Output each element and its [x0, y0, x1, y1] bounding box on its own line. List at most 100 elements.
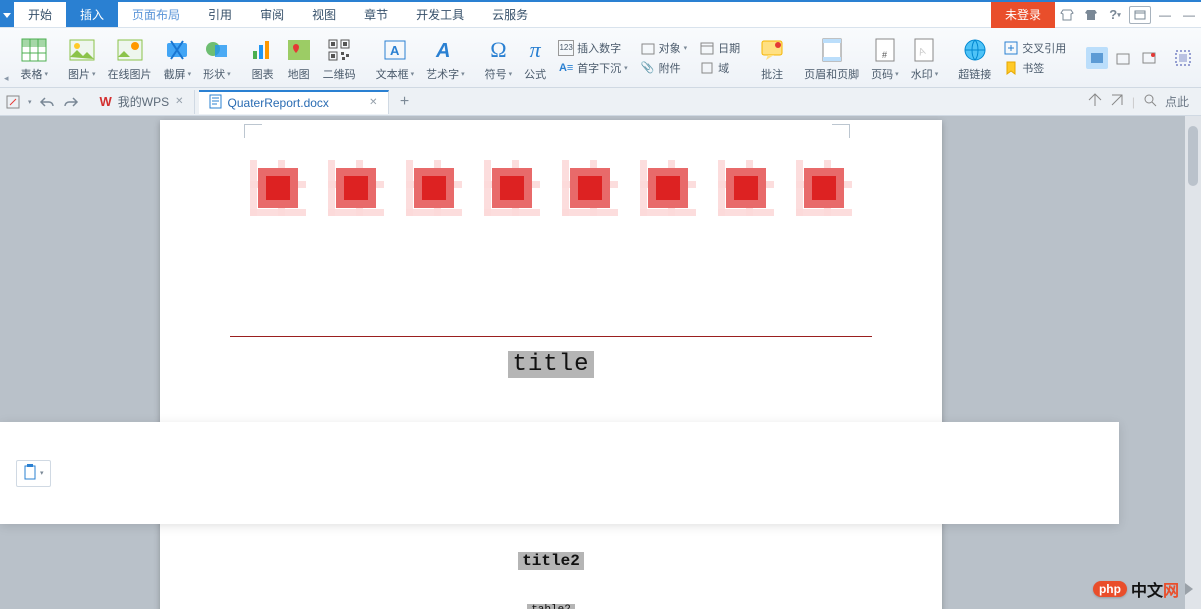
equation-label: 公式: [524, 66, 546, 82]
qrcode-button[interactable]: 二维码: [317, 30, 362, 86]
document-tab-label: QuaterReport.docx: [228, 96, 329, 110]
map-label: 地图: [288, 66, 310, 82]
pi-icon: π: [530, 34, 541, 66]
vertical-scrollbar[interactable]: [1185, 116, 1201, 609]
ribbon: ◂ 表格▾ 图片▾ 在线图片 截屏▾ 形状▾ 图表 地图 二维码 A 文本框▾ …: [0, 28, 1201, 88]
textbox-label: 文本框: [376, 66, 409, 82]
new-tab-button[interactable]: +: [393, 90, 417, 114]
header-footer-icon: [821, 34, 843, 66]
document-page-1[interactable]: title: [160, 120, 942, 430]
tab-view[interactable]: 视图: [298, 2, 350, 27]
redo-icon[interactable]: [62, 93, 80, 111]
online-picture-button[interactable]: 在线图片: [102, 30, 158, 86]
wordart-label: 艺术字: [426, 66, 459, 82]
tab-insert[interactable]: 插入: [66, 2, 118, 27]
redacted-header-images: [160, 160, 942, 216]
date-button[interactable]: 日期: [697, 39, 742, 57]
tab-references[interactable]: 引用: [194, 2, 246, 27]
chart-icon: [251, 34, 275, 66]
nav-icon-2[interactable]: [1110, 93, 1124, 110]
tool-icon-4[interactable]: [1172, 47, 1194, 69]
click-hint-label: 点此: [1165, 93, 1189, 110]
right-tool-icons: [1080, 47, 1166, 69]
table2-field[interactable]: table2: [527, 604, 575, 609]
screenshot-button[interactable]: 截屏▾: [158, 30, 198, 86]
app-menu-button[interactable]: [0, 2, 14, 27]
picture-button[interactable]: 图片▾: [62, 30, 102, 86]
dropcap-button[interactable]: A≡首字下沉▾: [556, 59, 630, 77]
globe-icon: [963, 34, 987, 66]
watermark-badge: php: [1093, 581, 1127, 597]
title-field[interactable]: title: [508, 351, 593, 378]
symbol-button[interactable]: Ω 符号▾: [479, 30, 519, 86]
bookmark-icon: [1003, 60, 1019, 76]
nav-icon-1[interactable]: [1088, 93, 1102, 110]
document-workspace[interactable]: title title1 table1 title2 table2 ▾: [0, 116, 1201, 609]
cross-reference-button[interactable]: 交叉引用: [1001, 39, 1068, 57]
wordart-button[interactable]: A 艺术字▾: [420, 30, 471, 86]
ribbon-scroll-left[interactable]: ◂: [4, 28, 9, 88]
paperclip-icon: 📎: [640, 60, 656, 76]
attachment-button[interactable]: 📎附件: [638, 59, 690, 77]
header-footer-label: 页眉和页脚: [804, 66, 859, 82]
tool-icon-3[interactable]: [1138, 47, 1160, 69]
header-footer-button[interactable]: 页眉和页脚: [798, 30, 865, 86]
shapes-label: 形状: [203, 66, 225, 82]
qat-dropdown[interactable]: ▾: [28, 98, 32, 106]
hyperlink-label: 超链接: [958, 66, 991, 82]
field-button[interactable]: 域: [697, 59, 742, 77]
restrict-edit-icon[interactable]: [4, 93, 22, 111]
table-label: 表格: [21, 66, 43, 82]
site-watermark: php 中文网: [1093, 577, 1193, 601]
ribbon-collapse-icon[interactable]: —: [1153, 2, 1177, 28]
number-icon: 123: [558, 40, 574, 56]
field-icon: [699, 60, 715, 76]
popout-icon[interactable]: [1129, 6, 1151, 24]
paste-options-button[interactable]: ▾: [16, 460, 51, 487]
tab-sections[interactable]: 章节: [350, 2, 402, 27]
tab-start[interactable]: 开始: [14, 2, 66, 27]
equation-button[interactable]: π 公式: [518, 30, 552, 86]
textbox-button[interactable]: A 文本框▾: [370, 30, 421, 86]
tab-page-layout[interactable]: 页面布局: [118, 2, 194, 27]
chart-label: 图表: [252, 66, 274, 82]
skin2-icon[interactable]: [1079, 2, 1103, 28]
tab-review[interactable]: 审阅: [246, 2, 298, 27]
svg-text:#: #: [882, 50, 887, 60]
tab-developer[interactable]: 开发工具: [402, 2, 478, 27]
dropcap-icon: A≡: [558, 60, 574, 76]
minimize-icon[interactable]: —: [1177, 2, 1201, 28]
search-icon[interactable]: [1143, 93, 1157, 110]
home-tab[interactable]: W 我的WPS ✕: [90, 90, 195, 114]
login-button[interactable]: 未登录: [991, 2, 1055, 28]
chart-button[interactable]: 图表: [245, 30, 281, 86]
undo-icon[interactable]: [38, 93, 56, 111]
object-button[interactable]: 对象▾: [638, 39, 690, 57]
menu-tabs: 开始 插入 页面布局 引用 审阅 视图 章节 开发工具 云服务 未登录 ?▾ —…: [0, 2, 1201, 28]
comment-button[interactable]: 批注: [754, 30, 790, 86]
hyperlink-button[interactable]: 超链接: [952, 30, 997, 86]
heading2-field[interactable]: title2: [518, 552, 584, 570]
tool-icon-1[interactable]: [1086, 47, 1108, 69]
textbox-icon: A: [383, 34, 407, 66]
help-icon[interactable]: ?▾: [1103, 2, 1127, 28]
document-tab[interactable]: QuaterReport.docx ✕: [199, 90, 389, 114]
watermark-button[interactable]: A 水印▾: [905, 30, 945, 86]
map-button[interactable]: 地图: [281, 30, 317, 86]
bookmark-button[interactable]: 书签: [1001, 59, 1068, 77]
skin-icon[interactable]: [1055, 2, 1079, 28]
close-document-tab[interactable]: ✕: [369, 97, 377, 108]
shapes-button[interactable]: 形状▾: [197, 30, 237, 86]
home-tab-label: 我的WPS: [118, 93, 169, 110]
document-tab-bar: ▾ W 我的WPS ✕ QuaterReport.docx ✕ + | 点此: [0, 88, 1201, 116]
qrcode-icon: [328, 34, 350, 66]
watermark-label: 水印: [911, 66, 933, 82]
page-number-label: 页码: [871, 66, 893, 82]
tab-cloud[interactable]: 云服务: [478, 2, 542, 27]
insert-number-button[interactable]: 123插入数字: [556, 39, 630, 57]
page-number-icon: #: [874, 34, 896, 66]
table-button[interactable]: 表格▾: [15, 30, 55, 86]
page-number-button[interactable]: # 页码▾: [865, 30, 905, 86]
tool-icon-2[interactable]: [1112, 47, 1134, 69]
close-home-tab[interactable]: ✕: [175, 96, 183, 107]
